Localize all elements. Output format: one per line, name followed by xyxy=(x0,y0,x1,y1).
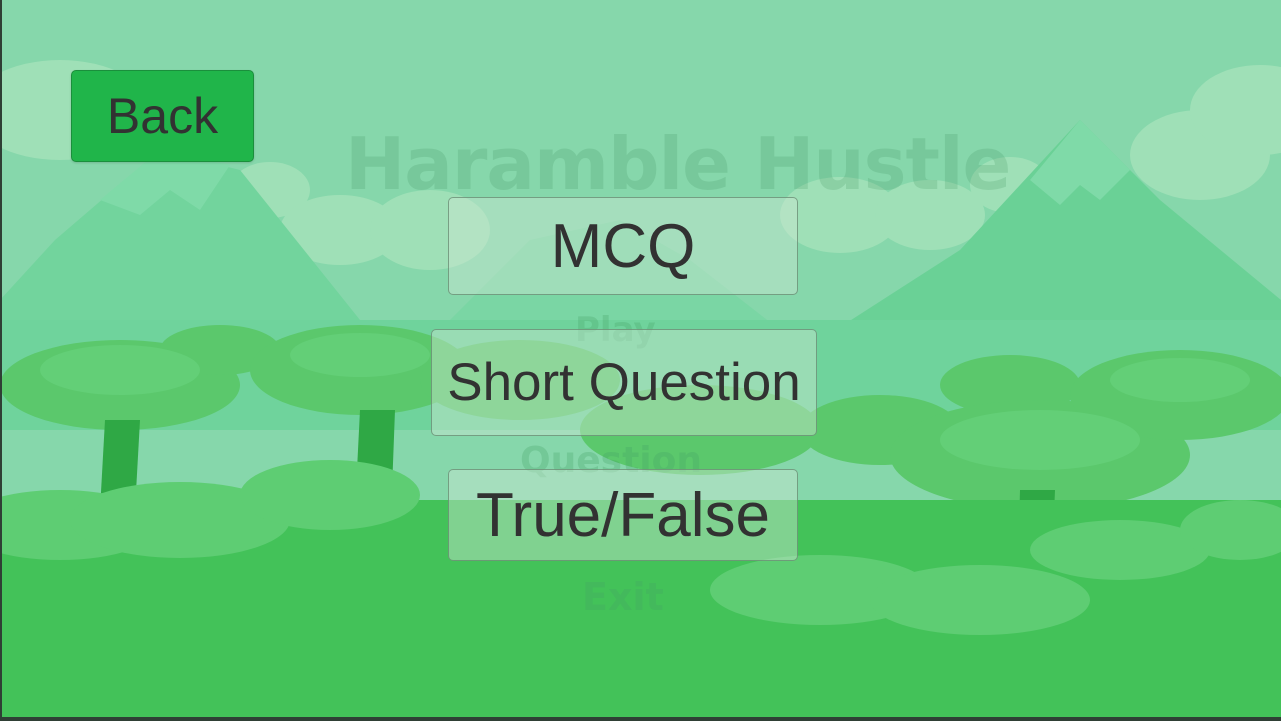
faded-title: Haramble Hustle xyxy=(345,122,1011,206)
true-false-button-label: True/False xyxy=(475,480,770,550)
faded-exit-label: Exit xyxy=(582,575,664,619)
mcq-button-label: MCQ xyxy=(550,211,696,281)
window-left-border xyxy=(0,0,2,721)
window-bottom-border xyxy=(0,717,1281,721)
game-screen: Haramble Hustle Play Question Exit Back … xyxy=(0,0,1281,721)
short-question-button-label: Short Question xyxy=(447,353,801,412)
back-button-label: Back xyxy=(106,88,219,144)
mcq-button[interactable]: MCQ xyxy=(448,197,798,295)
true-false-button[interactable]: True/False xyxy=(448,469,798,561)
back-button[interactable]: Back xyxy=(71,70,254,162)
short-question-button[interactable]: Short Question xyxy=(431,329,817,436)
